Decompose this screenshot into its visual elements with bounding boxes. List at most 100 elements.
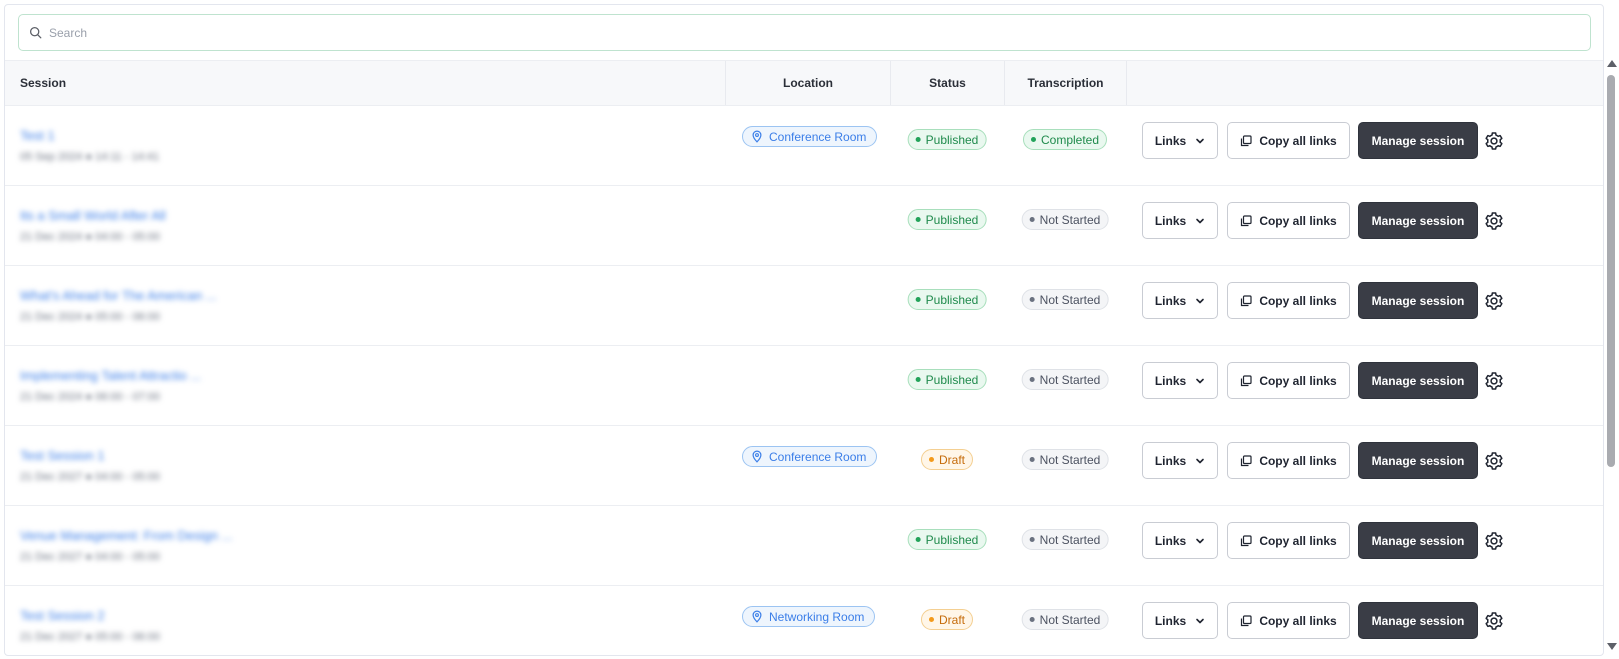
location-badge: Conference Room [742, 446, 878, 467]
copy-button-label: Copy all links [1259, 293, 1337, 308]
transcription-dot-icon [1029, 217, 1035, 222]
session-datetime: 21 Dec 2027 ● 04:00 - 05:00 [20, 471, 160, 483]
links-button-label: Links [1154, 133, 1187, 148]
links-dropdown-button[interactable]: Links [1142, 602, 1218, 639]
status-badge: Published [907, 529, 987, 550]
gear-icon[interactable] [1484, 211, 1504, 231]
copy-icon [1241, 374, 1252, 386]
copy-all-links-button[interactable]: Copy all links [1227, 602, 1350, 639]
links-dropdown-button[interactable]: Links [1142, 282, 1218, 319]
session-cell: Test Session 2 21 Dec 2027 ● 05:00 - 06:… [20, 608, 265, 643]
copy-all-links-button[interactable]: Copy all links [1227, 442, 1350, 479]
scrollbar-thumb[interactable] [1607, 75, 1615, 467]
session-title-link[interactable]: Its a Small World After All [20, 208, 265, 223]
status-dot-icon [928, 617, 934, 622]
session-title-link[interactable]: Test Session 2 [20, 608, 265, 623]
links-button-label: Links [1154, 533, 1187, 548]
transcription-label: Not Started [1039, 532, 1101, 547]
map-pin-icon [752, 130, 762, 143]
status-label: Published [925, 132, 979, 147]
links-button-label: Links [1154, 613, 1187, 628]
manage-session-button[interactable]: Manage session [1358, 122, 1478, 159]
location-label: Networking Room [769, 609, 865, 624]
session-datetime: 21 Dec 2024 ● 05:00 - 06:00 [20, 311, 160, 323]
copy-button-label: Copy all links [1259, 533, 1337, 548]
manage-session-button[interactable]: Manage session [1358, 602, 1478, 639]
table-row-4: Implementing Talent Attractio ... 21 Dec… [5, 346, 1603, 426]
status-label: Draft [938, 612, 966, 627]
copy-button-label: Copy all links [1259, 213, 1337, 228]
links-dropdown-button[interactable]: Links [1142, 122, 1218, 159]
session-title-link[interactable]: Test 1 [20, 128, 265, 143]
search-input[interactable] [49, 25, 1549, 40]
location-label: Conference Room [769, 129, 867, 144]
manage-session-button[interactable]: Manage session [1358, 522, 1478, 559]
transcription-badge: Not Started [1021, 529, 1109, 550]
table-row-2: Its a Small World After All 21 Dec 2024 … [5, 186, 1603, 266]
manage-session-button[interactable]: Manage session [1358, 362, 1478, 399]
status-badge: Draft [920, 609, 974, 630]
vertical-scrollbar[interactable] [1604, 57, 1619, 659]
location-label: Conference Room [769, 449, 867, 464]
copy-all-links-button[interactable]: Copy all links [1227, 362, 1350, 399]
gear-icon[interactable] [1484, 611, 1504, 631]
status-badge: Published [907, 129, 987, 150]
manage-session-button[interactable]: Manage session [1358, 282, 1478, 319]
location-badge: Conference Room [742, 126, 878, 147]
copy-all-links-button[interactable]: Copy all links [1227, 122, 1350, 159]
links-dropdown-button[interactable]: Links [1142, 362, 1218, 399]
links-button-label: Links [1154, 293, 1187, 308]
search-icon [29, 26, 42, 39]
search-box[interactable] [18, 14, 1591, 51]
session-cell: Its a Small World After All 21 Dec 2024 … [20, 208, 265, 243]
manage-session-button[interactable]: Manage session [1358, 442, 1478, 479]
transcription-label: Not Started [1039, 212, 1101, 227]
copy-all-links-button[interactable]: Copy all links [1227, 202, 1350, 239]
sessions-table-body: Test 1 05 Sep 2024 ● 14:11 - 14:41 Confe… [5, 106, 1603, 655]
sessions-panel: Session Location Status Transcription Te… [4, 4, 1604, 656]
gear-icon[interactable] [1484, 131, 1504, 151]
transcription-badge: Not Started [1021, 289, 1109, 310]
status-label: Published [925, 372, 979, 387]
column-header-location: Location [725, 61, 890, 105]
table-row-5: Test Session 1 21 Dec 2027 ● 04:00 - 05:… [5, 426, 1603, 506]
transcription-label: Not Started [1039, 372, 1101, 387]
transcription-dot-icon [1029, 297, 1035, 302]
map-pin-icon [752, 610, 762, 623]
chevron-down-icon [1196, 298, 1204, 303]
gear-icon[interactable] [1484, 451, 1504, 471]
chevron-down-icon [1196, 538, 1204, 543]
status-badge: Draft [920, 449, 974, 470]
session-title-link[interactable]: Venue Management: From Design ... [20, 528, 265, 543]
links-button-label: Links [1154, 213, 1187, 228]
table-row-6: Venue Management: From Design ... 21 Dec… [5, 506, 1603, 586]
status-label: Published [925, 212, 979, 227]
gear-icon[interactable] [1484, 531, 1504, 551]
table-row-1: Test 1 05 Sep 2024 ● 14:11 - 14:41 Confe… [5, 106, 1603, 186]
status-label: Draft [938, 452, 966, 467]
session-cell: What's Ahead for The American ... 21 Dec… [20, 288, 265, 323]
status-dot-icon [915, 297, 921, 302]
links-dropdown-button[interactable]: Links [1142, 202, 1218, 239]
transcription-badge: Completed [1022, 129, 1108, 150]
gear-icon[interactable] [1484, 291, 1504, 311]
scroll-down-arrow-icon[interactable] [1607, 643, 1617, 650]
session-title-link[interactable]: Implementing Talent Attractio ... [20, 368, 265, 383]
session-title-link[interactable]: What's Ahead for The American ... [20, 288, 265, 303]
links-dropdown-button[interactable]: Links [1142, 522, 1218, 559]
transcription-label: Not Started [1039, 292, 1101, 307]
scroll-up-arrow-icon[interactable] [1607, 60, 1617, 67]
manage-button-label: Manage session [1371, 133, 1465, 148]
session-datetime: 05 Sep 2024 ● 14:11 - 14:41 [20, 151, 160, 163]
links-dropdown-button[interactable]: Links [1142, 442, 1218, 479]
manage-button-label: Manage session [1371, 213, 1465, 228]
copy-all-links-button[interactable]: Copy all links [1227, 282, 1350, 319]
copy-icon [1241, 134, 1252, 146]
column-header-transcription: Transcription [1004, 61, 1127, 105]
gear-icon[interactable] [1484, 371, 1504, 391]
copy-icon [1241, 294, 1252, 306]
copy-all-links-button[interactable]: Copy all links [1227, 522, 1350, 559]
session-title-link[interactable]: Test Session 1 [20, 448, 265, 463]
session-cell: Test 1 05 Sep 2024 ● 14:11 - 14:41 [20, 128, 265, 163]
manage-session-button[interactable]: Manage session [1358, 202, 1478, 239]
